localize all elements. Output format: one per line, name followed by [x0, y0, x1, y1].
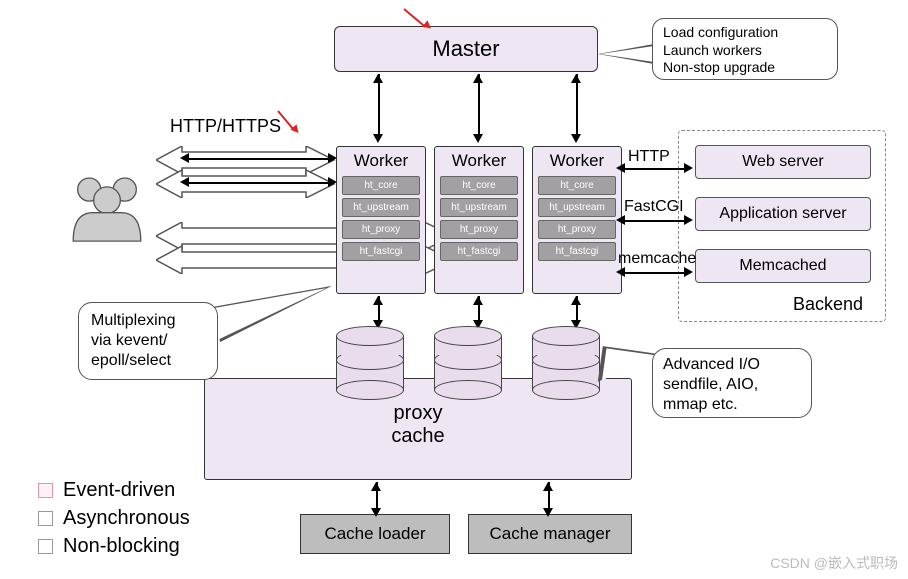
- arrow-mw2-down: [473, 134, 483, 143]
- worker-1-mod-3: ht_fastcgi: [342, 242, 420, 261]
- master-callout-line3: Non-stop upgrade: [663, 59, 827, 77]
- worker-2-title: Worker: [435, 147, 523, 173]
- arr-mgr-d: [543, 508, 553, 517]
- backend-app-server: Application server: [695, 197, 871, 231]
- aio-line3: mmap etc.: [663, 395, 801, 415]
- worker-2-mod-0: ht_core: [440, 176, 518, 195]
- cache-manager-box: Cache manager: [468, 514, 632, 554]
- aw2u: [473, 296, 483, 305]
- worker-2-mod-1: ht_upstream: [440, 198, 518, 217]
- arrow-master-worker3: [576, 74, 578, 134]
- arr-mem-l: [616, 267, 625, 277]
- cache-cylinder-2: [434, 326, 502, 400]
- worker-1-mod-2: ht_proxy: [342, 220, 420, 239]
- cache-cylinder-1: [336, 326, 404, 400]
- arrow-mw3-up: [571, 74, 581, 83]
- legend-row-3: Non-blocking: [38, 532, 190, 560]
- worker-1-title: Worker: [337, 147, 425, 173]
- legend-row-2: Asynchronous: [38, 504, 190, 532]
- aio-line2: sendfile, AIO,: [663, 375, 801, 395]
- fastcgi-label: FastCGI: [624, 198, 684, 216]
- arrow-mw3-down: [571, 134, 581, 143]
- arrow-master-worker2: [478, 74, 480, 134]
- worker-3-mod-3: ht_fastcgi: [538, 242, 616, 261]
- worker-1-mod-1: ht_upstream: [342, 198, 420, 217]
- backend-web-server: Web server: [695, 145, 871, 179]
- arr-mem-r: [684, 267, 693, 277]
- worker-3-mod-0: ht_core: [538, 176, 616, 195]
- arr-mgr-u: [543, 482, 553, 491]
- backend-app-label: Application server: [719, 205, 846, 223]
- legend-item-1: Event-driven: [63, 479, 175, 502]
- worker-3-mod-1: ht_upstream: [538, 198, 616, 217]
- arrow-mw2-up: [473, 74, 483, 83]
- arr-fastcgi: [624, 220, 686, 222]
- legend-swatch-pink: [38, 483, 53, 498]
- backend-memcached: Memcached: [695, 249, 871, 283]
- advanced-io-callout: Advanced I/O sendfile, AIO, mmap etc.: [652, 348, 812, 418]
- memcache-label: memcache: [618, 250, 696, 268]
- worker-1-mod-0: ht_core: [342, 176, 420, 195]
- legend-item-2: Asynchronous: [63, 507, 190, 530]
- cache-cylinder-3: [532, 326, 600, 400]
- http-https-label: HTTP/HTTPS: [170, 116, 281, 137]
- multiplexing-callout: Multiplexing via kevent/ epoll/select: [78, 302, 218, 380]
- arr-http-l: [616, 163, 625, 173]
- mux-line3: epoll/select: [91, 351, 205, 371]
- legend-swatch-3: [38, 539, 53, 554]
- watermark: CSDN @嵌入式职场: [770, 553, 898, 573]
- backend-mem-label: Memcached: [739, 257, 826, 275]
- worker-3-mod-2: ht_proxy: [538, 220, 616, 239]
- arr-fcgi-r: [684, 215, 693, 225]
- cache-loader-box: Cache loader: [300, 514, 450, 554]
- aw1u: [373, 296, 383, 305]
- thin-arr-1l: [180, 153, 189, 163]
- proxy-cache-line2: cache: [205, 425, 631, 448]
- master-callout-line2: Launch workers: [663, 42, 827, 60]
- aw3u: [571, 296, 581, 305]
- arr-http: [624, 168, 686, 170]
- mux-line1: Multiplexing: [91, 311, 205, 331]
- backend-group: Web server Application server Memcached …: [678, 130, 886, 322]
- arr-loader-u: [371, 482, 381, 491]
- proxy-cache-line1: proxy: [205, 402, 631, 425]
- master-callout: Load configuration Launch workers Non-st…: [652, 18, 838, 80]
- worker-1: Worker ht_core ht_upstream ht_proxy ht_f…: [336, 146, 426, 294]
- worker-3-title: Worker: [533, 147, 621, 173]
- aio-line1: Advanced I/O: [663, 355, 801, 375]
- thin-arr-1: [188, 158, 330, 160]
- arrow-mw1-down: [373, 134, 383, 143]
- backend-group-label: Backend: [793, 294, 863, 315]
- arr-fcgi-l: [616, 215, 625, 225]
- legend-item-3: Non-blocking: [63, 535, 180, 558]
- master-box: Master: [334, 26, 598, 72]
- arr-memcache: [624, 272, 686, 274]
- worker-3: Worker ht_core ht_upstream ht_proxy ht_f…: [532, 146, 622, 294]
- http-label: HTTP: [628, 148, 670, 166]
- arr-loader-d: [371, 508, 381, 517]
- arrow-master-worker1: [378, 74, 380, 134]
- arrow-mw1-up: [373, 74, 383, 83]
- master-label: Master: [432, 36, 499, 62]
- thin-arr-2l: [180, 177, 189, 187]
- mux-line2: via kevent/: [91, 331, 205, 351]
- master-callout-tail-fill: [600, 46, 654, 62]
- legend-swatch-2: [38, 511, 53, 526]
- arr-http-r: [684, 163, 693, 173]
- worker-2: Worker ht_core ht_upstream ht_proxy ht_f…: [434, 146, 524, 294]
- master-callout-line1: Load configuration: [663, 24, 827, 42]
- backend-web-label: Web server: [742, 153, 824, 171]
- cache-loader-label: Cache loader: [324, 524, 425, 544]
- legend-row-1: Event-driven: [38, 476, 190, 504]
- legend: Event-driven Asynchronous Non-blocking: [38, 476, 190, 560]
- worker-2-mod-2: ht_proxy: [440, 220, 518, 239]
- users-icon: [62, 170, 152, 250]
- cache-manager-label: Cache manager: [490, 524, 611, 544]
- thin-arr-2: [188, 182, 330, 184]
- worker-2-mod-3: ht_fastcgi: [440, 242, 518, 261]
